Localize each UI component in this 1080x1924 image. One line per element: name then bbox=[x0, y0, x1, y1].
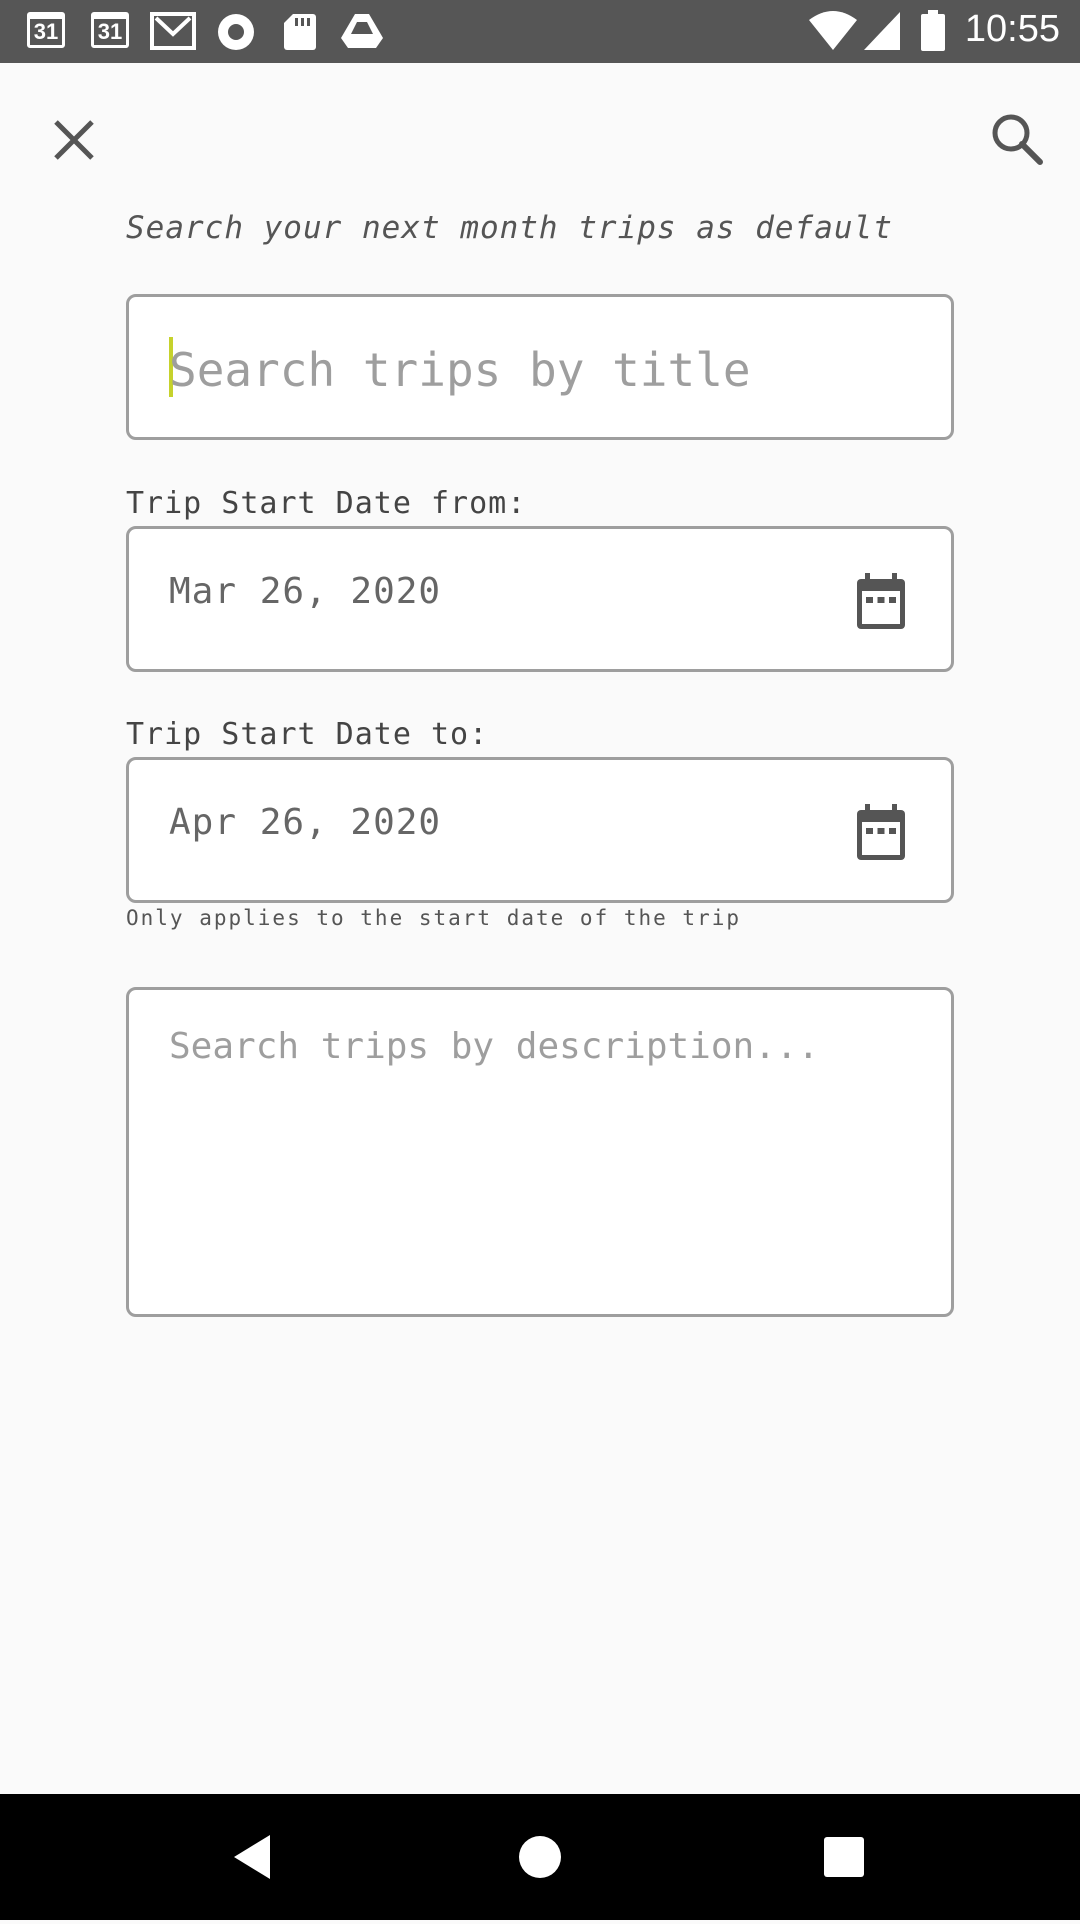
description-search-input[interactable] bbox=[169, 1026, 909, 1276]
title-search-input[interactable] bbox=[169, 335, 909, 405]
status-bar: 31 31 10:55 bbox=[0, 0, 1080, 63]
gmail-icon bbox=[150, 12, 196, 50]
record-icon bbox=[218, 14, 254, 50]
wifi-icon bbox=[809, 11, 857, 50]
calendar-badge-number: 31 bbox=[33, 19, 59, 44]
calendar-icon[interactable] bbox=[855, 573, 907, 631]
close-icon bbox=[54, 120, 94, 160]
close-button[interactable] bbox=[44, 110, 104, 170]
start-to-date-value: Apr 26, 2020 bbox=[169, 802, 442, 843]
calendar-icon[interactable] bbox=[855, 804, 907, 862]
status-time: 10:55 bbox=[964, 8, 1060, 50]
battery-icon bbox=[921, 10, 945, 51]
recents-icon bbox=[824, 1837, 864, 1877]
search-icon bbox=[992, 114, 1043, 165]
calendar-badge-number: 31 bbox=[97, 19, 123, 44]
start-from-label: Trip Start Date from: bbox=[126, 486, 527, 521]
start-to-date-field[interactable]: Apr 26, 2020 bbox=[126, 757, 954, 903]
drive-icon bbox=[341, 14, 383, 48]
sd-card-icon bbox=[284, 14, 316, 50]
back-icon bbox=[234, 1835, 270, 1879]
recents-button[interactable] bbox=[784, 1794, 904, 1920]
home-icon bbox=[519, 1836, 561, 1878]
navigation-bar bbox=[0, 1794, 1080, 1920]
back-button[interactable] bbox=[194, 1794, 314, 1920]
search-button[interactable] bbox=[986, 108, 1050, 172]
home-button[interactable] bbox=[480, 1794, 600, 1920]
start-from-date-value: Mar 26, 2020 bbox=[169, 571, 442, 612]
start-from-date-field[interactable]: Mar 26, 2020 bbox=[126, 526, 954, 672]
calendar-icon: 31 bbox=[91, 12, 129, 48]
calendar-icon: 31 bbox=[27, 12, 65, 48]
cell-signal-icon bbox=[864, 12, 900, 50]
date-helper-text: Only applies to the start date of the tr… bbox=[126, 906, 742, 930]
search-hint: Search your next month trips as default bbox=[126, 210, 893, 246]
title-search-field[interactable] bbox=[126, 294, 954, 440]
start-to-label: Trip Start Date to: bbox=[126, 717, 489, 752]
description-search-field[interactable] bbox=[126, 987, 954, 1317]
